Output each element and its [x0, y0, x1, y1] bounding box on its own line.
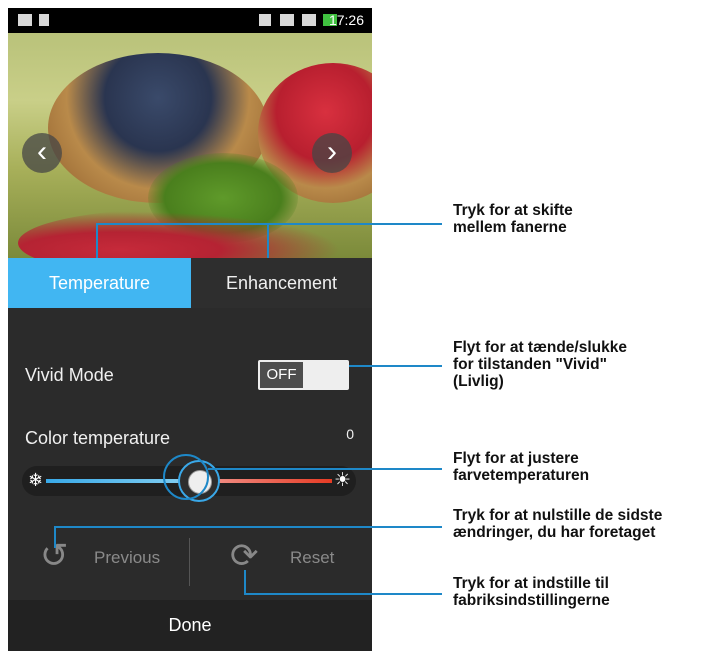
- sd-card-icon: [39, 14, 49, 26]
- callout-slider-line2: farvetemperaturen: [453, 467, 590, 484]
- sun-icon: ☀: [333, 470, 351, 491]
- vivid-mode-toggle[interactable]: OFF: [258, 360, 349, 390]
- callout-previous: Tryk for at nulstille de sidste ændringe…: [453, 507, 662, 541]
- callout-tabs-line1: Tryk for at skifte: [453, 202, 573, 219]
- color-temperature-label: Color temperature: [25, 428, 171, 448]
- callout-previous-line2: ændringer, du har foretaget: [453, 524, 656, 541]
- callout-tabs: Tryk for at skifte mellem fanerne: [453, 202, 573, 236]
- callout-reset-line2: fabriksindstillingerne: [453, 592, 610, 609]
- callout-reset: Tryk for at indstille til fabriksindstil…: [453, 575, 610, 609]
- tab-enhancement[interactable]: Enhancement: [191, 258, 372, 308]
- status-bar: 17:26: [8, 8, 372, 33]
- status-time: 17:26: [328, 12, 364, 28]
- callout-slider: Flyt for at justere farvetemperaturen: [453, 450, 589, 484]
- slider-thumb[interactable]: [178, 460, 220, 502]
- done-button[interactable]: Done: [8, 600, 372, 651]
- color-temperature-value: 0: [346, 426, 354, 442]
- previous-image-button[interactable]: ‹: [22, 133, 62, 173]
- vivid-mode-label: Vivid Mode: [25, 365, 114, 385]
- callout-vivid: Flyt for at tænde/slukke for tilstanden …: [453, 339, 627, 390]
- reset-label: Reset: [290, 548, 335, 567]
- phone-screen: 17:26 ‹ › Temperature Enhancement Vivid …: [8, 8, 372, 651]
- tab-temperature[interactable]: Temperature: [8, 258, 191, 308]
- gallery-icon: [18, 14, 32, 26]
- color-temperature-slider[interactable]: ❄ ☀: [22, 460, 356, 502]
- berries-front: [18, 208, 358, 258]
- snowflake-icon: ❄: [28, 470, 44, 490]
- callout-vivid-line2: for tilstanden "Vivid": [453, 356, 607, 373]
- callout-slider-line1: Flyt for at justere: [453, 450, 579, 467]
- previous-button[interactable]: ↺ Previous: [8, 528, 189, 588]
- sim-icon: [302, 14, 316, 26]
- vibrate-icon: [259, 14, 271, 26]
- toggle-state: OFF: [260, 362, 303, 388]
- callout-previous-line1: Tryk for at nulstille de sidste: [453, 507, 663, 524]
- callout-vivid-line3: (Livlig): [453, 373, 504, 390]
- signal-icon: [280, 14, 294, 26]
- tab-bar: Temperature Enhancement: [8, 258, 372, 308]
- preview-photo: ‹ ›: [8, 33, 372, 258]
- undo-icon: ↺: [40, 537, 69, 575]
- slider-thumb-knob: [188, 470, 212, 494]
- reset-button[interactable]: ⟳ Reset: [190, 528, 372, 588]
- callout-reset-line1: Tryk for at indstille til: [453, 575, 609, 592]
- callout-vivid-line1: Flyt for at tænde/slukke: [453, 339, 627, 356]
- refresh-icon: ⟳: [230, 537, 259, 575]
- previous-label: Previous: [94, 548, 161, 567]
- callout-tabs-line2: mellem fanerne: [453, 219, 567, 236]
- next-image-button[interactable]: ›: [312, 133, 352, 173]
